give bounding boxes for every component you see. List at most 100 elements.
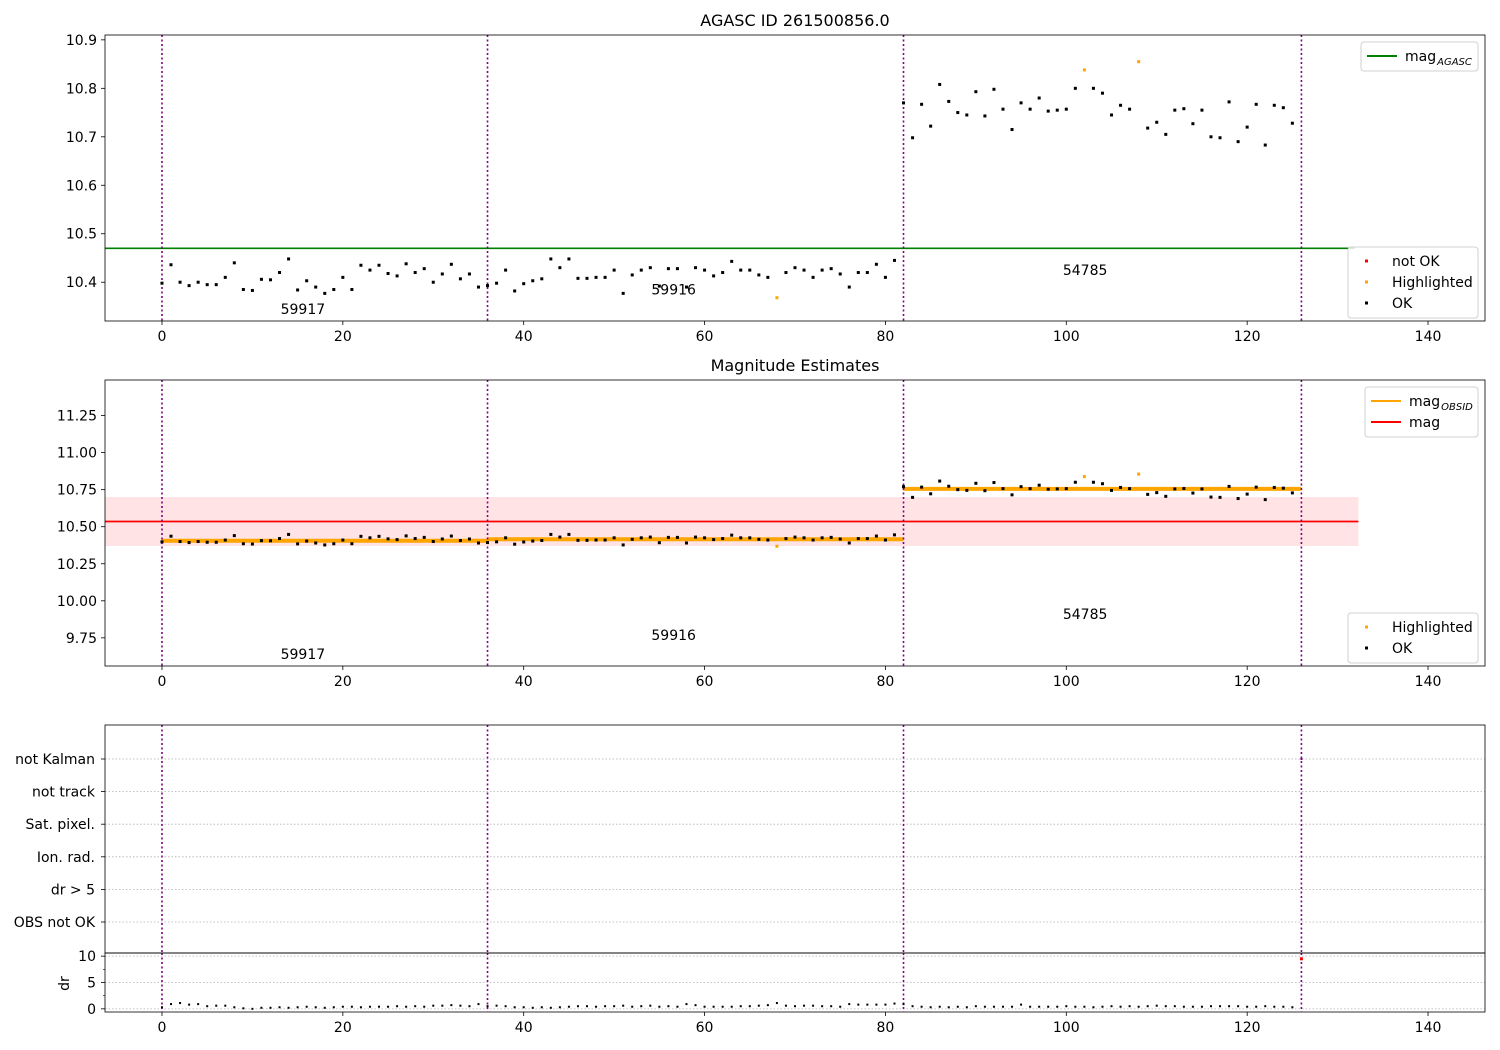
- ok-point: [684, 541, 688, 545]
- x-tick-label: 80: [877, 674, 895, 690]
- x-tick-label: 100: [1053, 329, 1080, 345]
- ok-point: [748, 268, 752, 272]
- ok-point: [332, 542, 336, 546]
- ok-point: [458, 538, 462, 542]
- ok-point: [350, 542, 354, 546]
- ok-point: [558, 535, 562, 539]
- dr-point: [893, 1002, 896, 1005]
- dr-point: [206, 1005, 209, 1008]
- obsid-label: 59916: [651, 282, 696, 298]
- x-tick-label: 120: [1234, 329, 1261, 345]
- ok-point: [223, 275, 227, 279]
- x-tick-label: 80: [877, 329, 895, 345]
- ok-point: [1272, 485, 1276, 489]
- highlighted-point: [1082, 475, 1086, 479]
- ok-point: [1263, 498, 1267, 502]
- ok-point: [413, 271, 417, 275]
- ok-point: [712, 274, 716, 278]
- x-tick-label: 60: [696, 674, 714, 690]
- y-tick-label: 9.75: [66, 631, 97, 647]
- ok-point: [1209, 135, 1213, 139]
- ok-point: [1236, 497, 1240, 501]
- obsid-label: 59916: [651, 628, 696, 644]
- dr-point: [1065, 1005, 1068, 1008]
- ok-point: [820, 536, 824, 540]
- flag-point: [1300, 758, 1303, 760]
- ok-point: [1055, 108, 1059, 112]
- dr-point: [1237, 1005, 1240, 1008]
- dr-point: [332, 1006, 335, 1009]
- ok-point: [1064, 487, 1068, 491]
- ok-point: [820, 268, 824, 272]
- ok-point: [1254, 102, 1258, 106]
- ok-point: [947, 484, 951, 488]
- ok-point: [703, 268, 707, 272]
- ok-point: [404, 534, 408, 538]
- ok-point: [838, 272, 842, 276]
- ok-point: [965, 488, 969, 492]
- ok-point: [368, 268, 372, 272]
- x-tick-label: 20: [334, 329, 352, 345]
- ok-point: [1263, 143, 1267, 147]
- ok-point: [766, 275, 770, 279]
- ok-point: [929, 492, 933, 496]
- ok-point: [359, 534, 363, 538]
- ok-point: [178, 280, 182, 284]
- obsid-label: 59917: [281, 647, 326, 663]
- ok-point: [1218, 495, 1222, 499]
- dr-point: [432, 1004, 435, 1007]
- dr-point: [622, 1004, 625, 1007]
- legend-label: OK: [1392, 296, 1413, 312]
- dr-point: [531, 1006, 534, 1009]
- ok-point: [730, 533, 734, 537]
- ok-point: [458, 277, 462, 281]
- x-tick-label: 80: [877, 1020, 895, 1036]
- ok-point: [413, 537, 417, 541]
- ok-point: [549, 532, 553, 536]
- ok-point: [694, 266, 698, 270]
- dr-point: [947, 1006, 950, 1009]
- x-tick-label: 60: [696, 329, 714, 345]
- ok-point: [956, 488, 960, 492]
- legend-label-subscript: OBSID: [1441, 402, 1473, 413]
- ok-point: [1100, 482, 1104, 486]
- dr-point: [974, 1005, 977, 1008]
- dr-point: [712, 1005, 715, 1008]
- ok-point: [938, 479, 942, 483]
- ok-point: [883, 275, 887, 279]
- ok-point: [1155, 491, 1159, 495]
- ok-point: [1055, 487, 1059, 491]
- dr-point: [188, 1003, 191, 1006]
- dr-point: [540, 1006, 543, 1009]
- legend-label-subscript: AGASC: [1436, 57, 1472, 68]
- ok-point: [1028, 487, 1032, 491]
- ok-point: [513, 289, 517, 293]
- ok-point: [1227, 100, 1231, 104]
- legend-label: Highlighted: [1392, 275, 1473, 291]
- dr-point: [703, 1005, 706, 1008]
- dr-point: [595, 1005, 598, 1008]
- ok-point: [1182, 486, 1186, 490]
- ok-point: [205, 283, 209, 287]
- dr-point: [784, 1004, 787, 1007]
- y-tick-label: 10.75: [57, 483, 97, 499]
- dr-point: [956, 1005, 959, 1008]
- ok-point: [883, 538, 887, 542]
- dr-point: [170, 1003, 173, 1006]
- ok-point: [576, 276, 580, 280]
- ok-point: [838, 537, 842, 541]
- ok-point: [621, 543, 625, 547]
- dr-point: [1047, 1005, 1050, 1008]
- x-tick-label: 140: [1415, 674, 1442, 690]
- ok-point: [603, 275, 607, 279]
- ok-point: [911, 495, 915, 499]
- ok-point: [232, 261, 236, 265]
- ok-point: [793, 535, 797, 539]
- ok-point: [486, 541, 490, 545]
- dr-point: [848, 1003, 851, 1006]
- ok-point: [793, 266, 797, 270]
- ok-point: [350, 287, 354, 291]
- dr-point: [649, 1004, 652, 1007]
- dr-point: [160, 1006, 163, 1009]
- ok-point: [1200, 108, 1204, 112]
